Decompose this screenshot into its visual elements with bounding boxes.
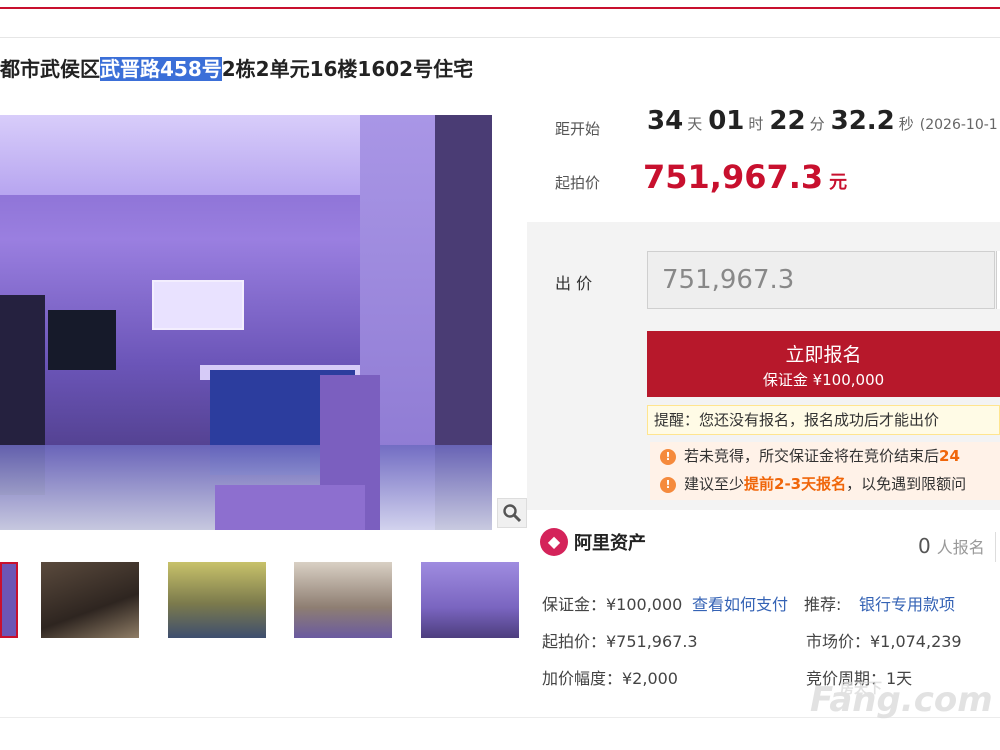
- start-price-value: 751,967.3: [643, 158, 824, 196]
- reminder-tip: 提醒：您还没有报名，报名成功后才能出价: [647, 405, 1000, 435]
- warning-1-text: 若未竞得，所交保证金将在竞价结束后: [684, 447, 940, 465]
- start-price: 751,967.3 元: [643, 158, 847, 196]
- zoom-button[interactable]: [497, 498, 527, 528]
- thumbnail-strip: [0, 562, 530, 640]
- warning-2-post: ，以免遇到限额问: [846, 475, 967, 493]
- registrant-count-unit: 人报名: [936, 538, 985, 557]
- divider: [995, 532, 996, 562]
- minutes-unit: 分: [809, 115, 825, 133]
- hours-unit: 时: [748, 115, 764, 133]
- warning-1-highlight: 24: [939, 447, 960, 465]
- countdown-hours: 01: [708, 106, 745, 136]
- warning-row-2: ! 建议至少提前2-3天报名，以免遇到限额问: [650, 470, 1000, 498]
- bid-input[interactable]: 751,967.3: [647, 251, 995, 309]
- photo-chandelier: [152, 280, 244, 330]
- register-deposit: 保证金 ¥100,000: [762, 371, 885, 389]
- recommend-label: 推荐:: [804, 595, 842, 614]
- warning-2-pre: 建议至少: [684, 475, 745, 493]
- title-highlight: 武晋路458号: [100, 57, 222, 81]
- photo-tv: [48, 310, 116, 370]
- countdown-label: 距开始: [555, 120, 601, 138]
- warning-icon: !: [660, 476, 676, 493]
- thumbnail-4[interactable]: [294, 562, 392, 638]
- start-price-label: 起拍价: [555, 174, 601, 192]
- market-price-info: 市场价：¥1,074,239: [806, 632, 962, 651]
- fang-watermark: 房天下 Fang.com: [810, 680, 993, 720]
- warning-row-1: ! 若未竞得，所交保证金将在竞价结束后24: [650, 442, 1000, 470]
- photo-sofa: [215, 485, 365, 530]
- top-accent-line: [0, 7, 1000, 9]
- seller-brand[interactable]: ◆ 阿里资产: [540, 528, 646, 558]
- thumbnail-1[interactable]: [0, 562, 18, 638]
- main-photo[interactable]: [0, 115, 492, 530]
- photo-ceiling: [0, 115, 380, 195]
- watermark-cn: 房天下: [840, 681, 882, 697]
- how-to-pay-link[interactable]: 查看如何支付: [692, 591, 788, 615]
- page-title: 都市武侯区武晋路458号2栋2单元16楼1602号住宅: [0, 54, 473, 84]
- deposit-info: 保证金：¥100,000: [542, 595, 683, 614]
- search-icon: [503, 504, 522, 523]
- increment-info: 加价幅度：¥2,000: [542, 669, 678, 688]
- how-to-pay-link-text[interactable]: 查看如何支付: [692, 595, 788, 614]
- bid-label: 出 价: [555, 274, 593, 293]
- bank-funds-link-text[interactable]: 银行专用款项: [859, 595, 955, 614]
- bank-funds-link[interactable]: 银行专用款项: [859, 591, 955, 615]
- start-price-info: 起拍价：¥751,967.3: [542, 632, 698, 651]
- header-divider: [0, 37, 1000, 38]
- thumbnail-3[interactable]: [168, 562, 266, 638]
- seller-name: 阿里资产: [574, 533, 646, 554]
- register-label: 立即报名: [785, 344, 862, 366]
- countdown-minutes: 22: [769, 106, 806, 136]
- countdown: 34 天 01 时 22 分 32.2 秒 (2026-10-1: [647, 106, 998, 136]
- countdown-seconds: 32.2: [830, 106, 895, 136]
- register-button[interactable]: 立即报名 保证金 ¥100,000: [647, 331, 1000, 397]
- thumbnail-2[interactable]: [41, 562, 139, 638]
- alibaba-asset-logo-icon: ◆: [540, 528, 568, 556]
- countdown-days: 34: [647, 106, 684, 136]
- days-unit: 天: [687, 115, 703, 133]
- warning-box: ! 若未竞得，所交保证金将在竞价结束后24 ! 建议至少提前2-3天报名，以免遇到限…: [650, 442, 1000, 500]
- registrant-count-value: 0: [918, 534, 931, 558]
- registrant-count: 0 人报名: [918, 534, 985, 558]
- bid-stepper[interactable]: [996, 251, 1000, 309]
- warning-icon: !: [660, 448, 676, 465]
- seconds-unit: 秒: [898, 115, 914, 133]
- watermark-brand: Fang.com: [810, 680, 993, 720]
- title-suffix: 2栋2单元16楼1602号住宅: [221, 57, 474, 81]
- thumbnail-5[interactable]: [421, 562, 519, 638]
- warning-2-highlight: 提前2-3天报名: [744, 475, 847, 493]
- countdown-date: (2026-10-1: [919, 117, 998, 133]
- title-prefix: 都市武侯区: [0, 57, 100, 81]
- start-price-unit: 元: [829, 172, 848, 193]
